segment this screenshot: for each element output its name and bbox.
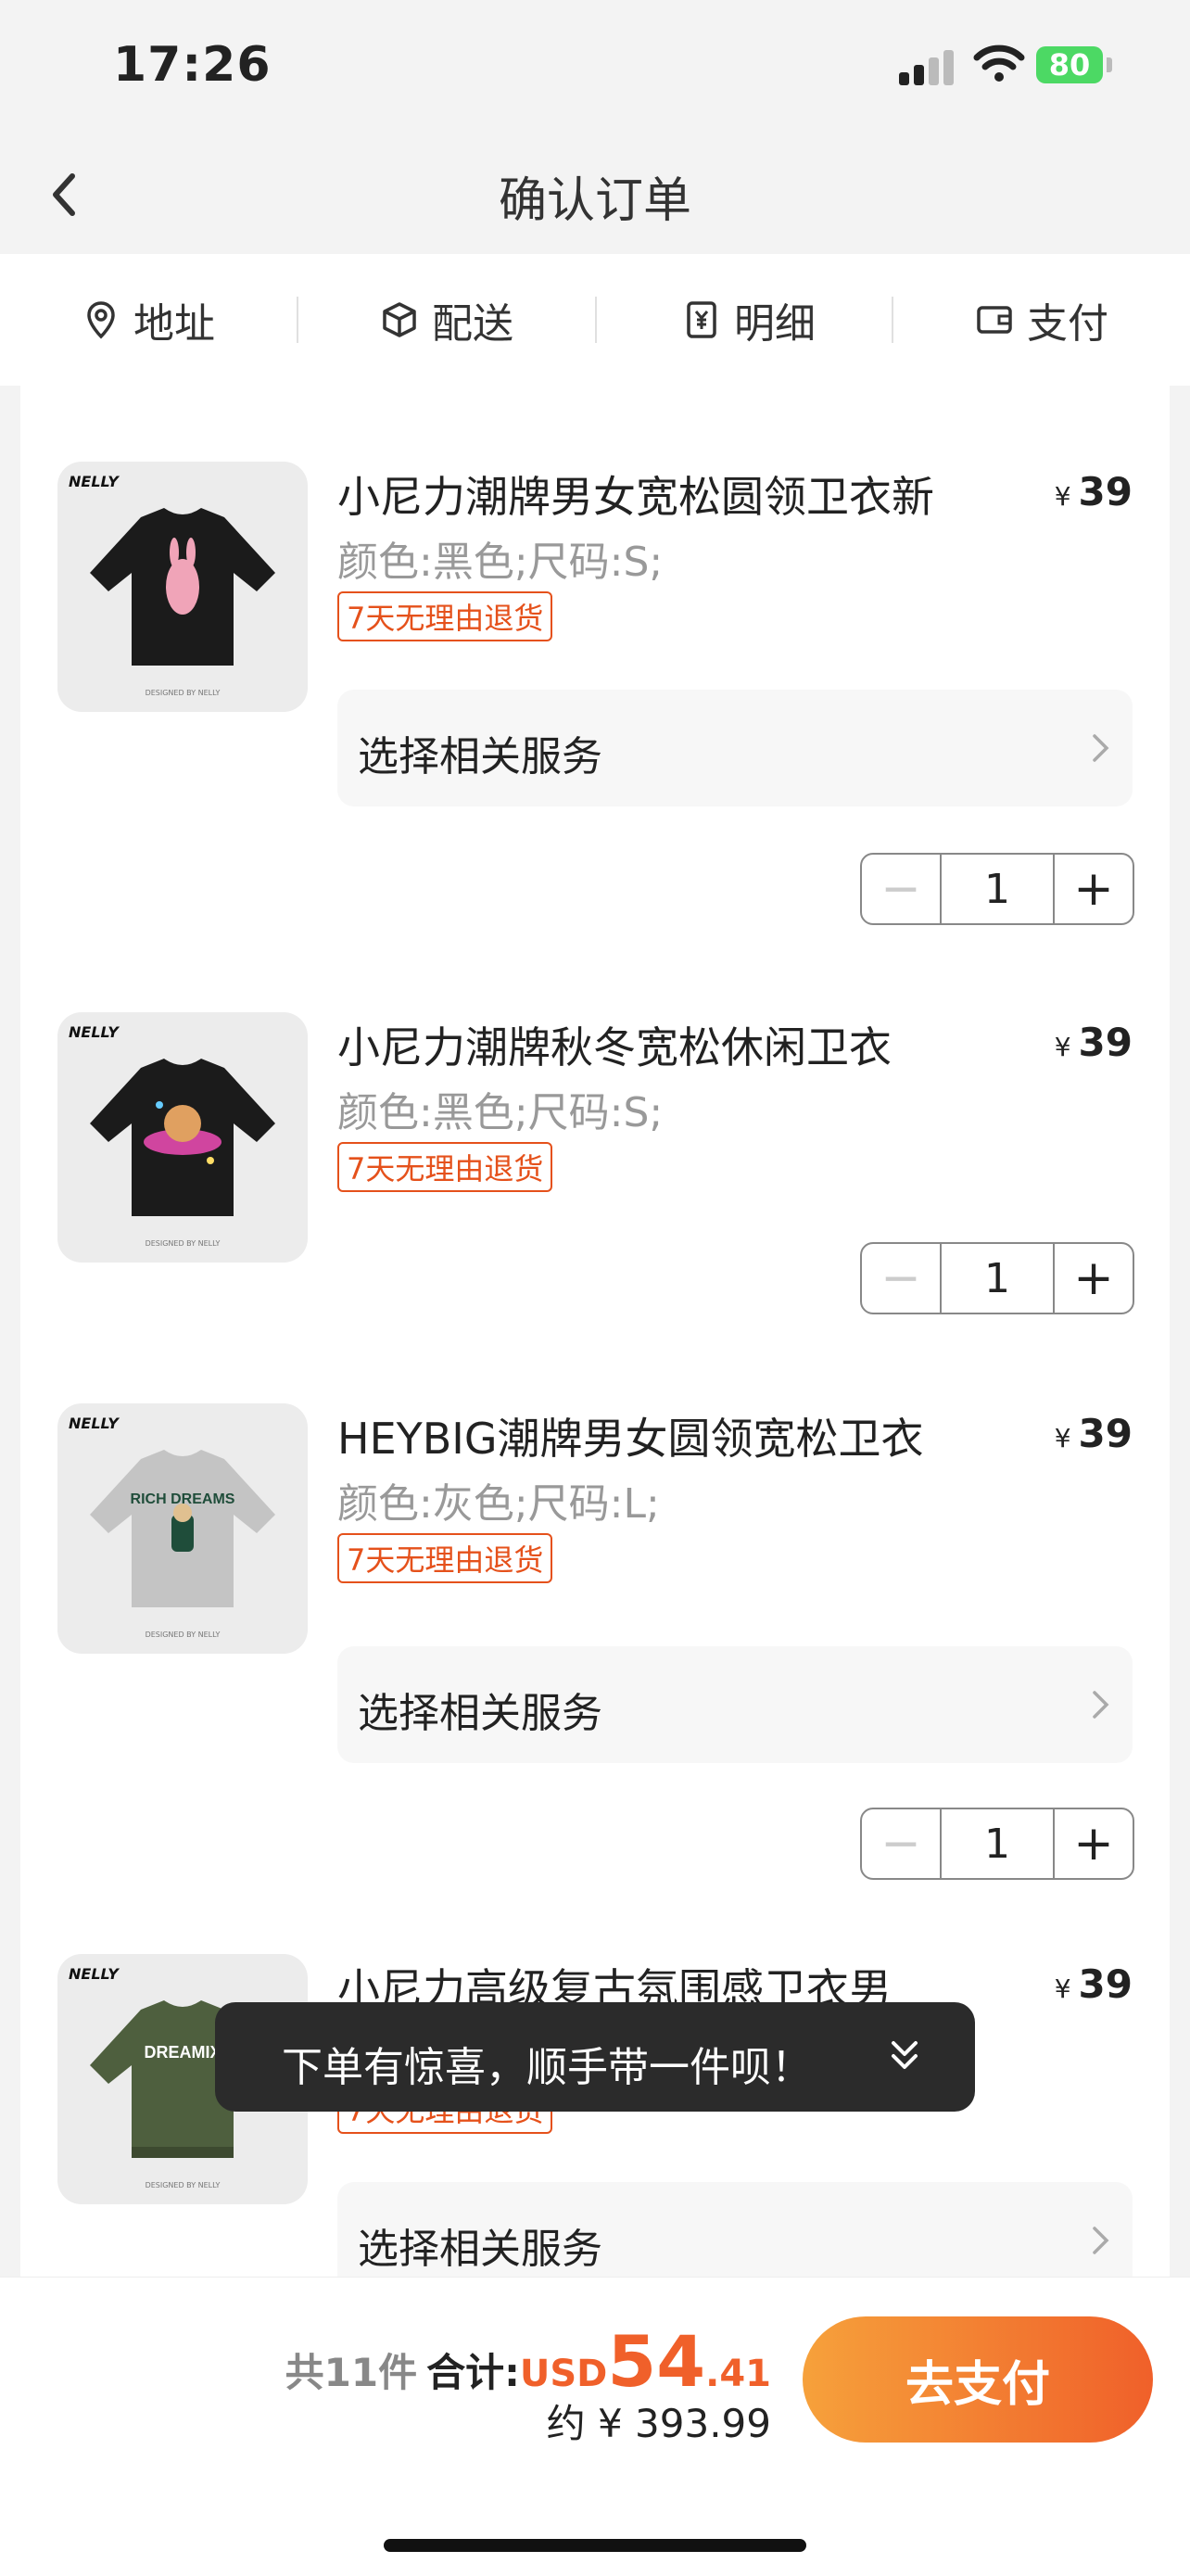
battery-icon: 80 xyxy=(1036,46,1103,83)
promo-toast[interactable]: 下单有惊喜，顺手带一件呗！ xyxy=(215,2002,975,2112)
thumb-footer: DESIGNED BY NELLY xyxy=(145,689,221,697)
quantity-value[interactable]: 1 xyxy=(942,1809,1053,1878)
double-chevron-down-icon[interactable] xyxy=(886,2036,923,2076)
step-divider xyxy=(595,297,597,343)
total-currency: USD xyxy=(519,2353,608,2395)
location-icon xyxy=(87,301,115,339)
price-value: 39 xyxy=(1078,1411,1133,1456)
thumb-brand: NELLY xyxy=(69,1023,119,1041)
product-thumbnail[interactable]: NELLY DESIGNED BY NELLY xyxy=(57,1012,308,1263)
increase-quantity-button[interactable]: + xyxy=(1053,855,1133,923)
price-value: 39 xyxy=(1078,1020,1133,1065)
return-policy-tag: 7天无理由退货 xyxy=(337,591,553,641)
product-price: ¥39 xyxy=(1055,469,1133,514)
nav-bar: 确认订单 xyxy=(0,139,1190,254)
service-label: 选择相关服务 xyxy=(358,733,602,780)
chevron-right-icon xyxy=(1093,2227,1109,2254)
price-value: 39 xyxy=(1078,469,1133,514)
product-title[interactable]: HEYBIG潮牌男女圆领宽松卫衣 xyxy=(337,1405,924,1466)
select-service-row[interactable]: 选择相关服务 xyxy=(337,2182,1133,2277)
thumb-brand: NELLY xyxy=(69,1415,119,1432)
thumb-footer: DESIGNED BY NELLY xyxy=(145,1631,221,1639)
step-label: 支付 xyxy=(1027,300,1108,348)
step-delivery[interactable]: 配送 xyxy=(380,254,513,386)
checkout-steps: 地址 配送 明细 支付 xyxy=(0,254,1190,386)
thumb-footer: DESIGNED BY NELLY xyxy=(145,2181,221,2189)
thumb-brand: NELLY xyxy=(69,473,119,490)
service-label: 选择相关服务 xyxy=(358,2226,602,2273)
step-payment[interactable]: 支付 xyxy=(975,254,1108,386)
package-icon xyxy=(383,302,416,337)
step-label: 明细 xyxy=(734,300,816,348)
product-spec: 颜色:灰色;尺码:L; xyxy=(337,1480,660,1528)
page-title: 确认订单 xyxy=(498,173,691,229)
chevron-right-icon xyxy=(1093,1691,1109,1719)
return-policy-tag: 7天无理由退货 xyxy=(337,1533,553,1583)
select-service-row[interactable]: 选择相关服务 xyxy=(337,1646,1133,1763)
quantity-stepper: − 1 + xyxy=(860,1808,1134,1880)
total-decimal: .41 xyxy=(705,2353,771,2395)
approx-total: 约 ¥ 393.99 xyxy=(546,2401,771,2446)
currency-symbol: ¥ xyxy=(1054,1973,1071,2004)
sweatshirt-image: RICH DREAMS xyxy=(90,1450,275,1607)
decrease-quantity-button[interactable]: − xyxy=(862,855,942,923)
return-policy-tag: 7天无理由退货 xyxy=(337,1142,553,1192)
chevron-right-icon xyxy=(1093,734,1109,762)
total-label: 合计: xyxy=(426,2350,520,2395)
product-thumbnail[interactable]: NELLY RICH DREAMS DESIGNED BY NELLY xyxy=(57,1403,308,1654)
wallet-icon xyxy=(977,306,1012,334)
battery-tip xyxy=(1107,57,1112,72)
status-bar: 17:26 80 xyxy=(0,0,1190,139)
total-integer: 54 xyxy=(607,2320,706,2403)
thumb-brand: NELLY xyxy=(69,1965,119,1983)
step-address[interactable]: 地址 xyxy=(82,254,215,386)
step-details[interactable]: 明细 xyxy=(682,254,816,386)
product-title[interactable]: 小尼力潮牌秋冬宽松休闲卫衣 xyxy=(337,1014,892,1075)
quantity-value[interactable]: 1 xyxy=(942,1244,1053,1313)
order-summary: 共11件 合计:USD54.41 xyxy=(285,2320,771,2403)
product-price: ¥39 xyxy=(1055,1020,1133,1065)
product-title[interactable]: 小尼力潮牌男女宽松圆领卫衣新 xyxy=(337,463,934,525)
checkout-bar: 共11件 合计:USD54.41 约 ¥ 393.99 去支付 xyxy=(0,2277,1190,2576)
product-spec: 颜色:黑色;尺码:S; xyxy=(337,1089,664,1136)
increase-quantity-button[interactable]: + xyxy=(1053,1809,1133,1878)
item-count: 共11件 xyxy=(285,2350,418,2395)
yen-receipt-icon xyxy=(687,301,716,338)
status-time: 17:26 xyxy=(113,37,272,93)
pay-button[interactable]: 去支付 xyxy=(803,2316,1153,2443)
product-price: ¥39 xyxy=(1055,1961,1133,2007)
home-indicator xyxy=(384,2539,806,2552)
currency-symbol: ¥ xyxy=(1054,1032,1071,1062)
toast-text: 下单有惊喜，顺手带一件呗！ xyxy=(282,2044,812,2091)
product-price: ¥39 xyxy=(1055,1411,1133,1456)
product-spec: 颜色:黑色;尺码:S; xyxy=(337,539,664,586)
service-label: 选择相关服务 xyxy=(358,1690,602,1737)
step-divider xyxy=(892,297,893,343)
thumb-footer: DESIGNED BY NELLY xyxy=(145,1239,221,1248)
sweatshirt-image xyxy=(90,1059,275,1216)
decrease-quantity-button[interactable]: − xyxy=(862,1809,942,1878)
quantity-stepper: − 1 + xyxy=(860,853,1134,925)
increase-quantity-button[interactable]: + xyxy=(1053,1244,1133,1313)
wifi-icon xyxy=(973,44,1025,82)
currency-symbol: ¥ xyxy=(1054,1423,1071,1453)
step-label: 配送 xyxy=(432,300,513,348)
order-items-card: NELLY DESIGNED BY NELLY 小尼力潮牌男女宽松圆领卫衣新 ¥… xyxy=(20,386,1170,2277)
currency-symbol: ¥ xyxy=(1054,481,1071,512)
sweatshirt-image xyxy=(90,508,275,666)
thumb-text: DREAMIX xyxy=(144,2043,221,2062)
price-value: 39 xyxy=(1078,1961,1133,2007)
quantity-stepper: − 1 + xyxy=(860,1242,1134,1314)
decrease-quantity-button[interactable]: − xyxy=(862,1244,942,1313)
select-service-row[interactable]: 选择相关服务 xyxy=(337,690,1133,806)
cellular-signal-icon xyxy=(899,48,958,85)
product-thumbnail[interactable]: NELLY DESIGNED BY NELLY xyxy=(57,462,308,712)
quantity-value[interactable]: 1 xyxy=(942,855,1053,923)
step-label: 地址 xyxy=(133,300,215,348)
step-divider xyxy=(297,297,298,343)
